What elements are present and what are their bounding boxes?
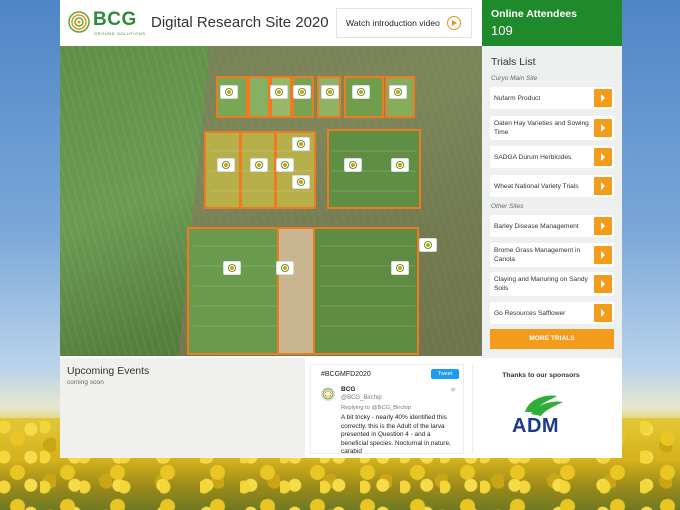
- trials-list-title: Trials List: [491, 56, 536, 68]
- bcg-marker-icon: [296, 177, 306, 187]
- arrow-right-icon[interactable]: [594, 177, 612, 195]
- twitter-feed[interactable]: #BCGMFD2020 Tweet BCG @BCG_Birchip ❖ Rep…: [310, 364, 464, 454]
- site-marker[interactable]: [352, 85, 370, 99]
- site-marker[interactable]: [292, 137, 310, 151]
- site-marker[interactable]: [344, 158, 362, 172]
- trial-item-label: Barley Disease Management: [494, 222, 579, 230]
- bcg-marker-icon: [227, 263, 237, 273]
- arrow-right-icon[interactable]: [594, 217, 612, 235]
- bcg-marker-icon: [297, 87, 307, 97]
- bcg-marker-icon: [348, 160, 358, 170]
- aerial-site-map[interactable]: [60, 46, 482, 356]
- site-marker[interactable]: [419, 238, 437, 252]
- bcg-marker-icon: [393, 87, 403, 97]
- logo-text: BCG: [93, 9, 137, 30]
- site-marker[interactable]: [276, 158, 294, 172]
- trial-item-label: SADGA Durum Herbicides: [494, 153, 572, 161]
- bcg-marker-icon: [395, 263, 405, 273]
- other-sites-label: Other Sites: [491, 203, 524, 210]
- bcg-marker-icon: [280, 263, 290, 273]
- bcg-marker-icon: [280, 160, 290, 170]
- bcg-marker-icon: [254, 160, 264, 170]
- trial-item-label: Nufarm Product: [494, 94, 541, 102]
- bcg-avatar[interactable]: [321, 387, 335, 401]
- site-marker[interactable]: [250, 158, 268, 172]
- trial-item-brome-grass[interactable]: Brome Grass Management in Canola: [490, 243, 614, 267]
- bcg-marker-icon: [274, 87, 284, 97]
- tweet-author-name[interactable]: BCG: [341, 386, 355, 393]
- bcg-marker-icon: [395, 160, 405, 170]
- sponsors: Thanks to our sponsors ADM: [472, 364, 608, 454]
- arrow-right-icon[interactable]: [594, 275, 612, 293]
- site-marker[interactable]: [276, 261, 294, 275]
- site-marker[interactable]: [293, 85, 311, 99]
- site-marker[interactable]: [391, 261, 409, 275]
- bcg-logo[interactable]: BCG GROUND SOLUTIONS: [68, 9, 146, 37]
- arrow-right-icon[interactable]: [594, 304, 612, 322]
- bcg-marker-icon: [224, 87, 234, 97]
- watch-video-button[interactable]: Watch introduction video: [336, 8, 472, 38]
- bcg-avatar-icon: [322, 388, 334, 400]
- trial-item-claying-manuring[interactable]: Claying and Manuring on Sandy Soils: [490, 272, 614, 296]
- adm-logo-text[interactable]: ADM: [512, 415, 559, 438]
- site-marker[interactable]: [220, 85, 238, 99]
- tweet-button[interactable]: Tweet: [431, 369, 459, 379]
- bcg-marker-icon: [325, 87, 335, 97]
- events-title: Upcoming Events: [67, 365, 150, 377]
- main-panel: BCG GROUND SOLUTIONS Digital Research Si…: [60, 0, 622, 458]
- bcg-marker-icon: [221, 160, 231, 170]
- arrow-right-icon[interactable]: [594, 89, 612, 107]
- bcg-marker-icon: [296, 139, 306, 149]
- sponsors-title: Thanks to our sponsors: [502, 372, 580, 379]
- upcoming-events: Upcoming Events coming soon: [60, 358, 305, 458]
- logo-tagline: GROUND SOLUTIONS: [94, 31, 146, 36]
- site-marker[interactable]: [321, 85, 339, 99]
- bcg-marker-icon: [423, 240, 433, 250]
- bcg-marker-icon: [356, 87, 366, 97]
- page-title: Digital Research Site 2020: [151, 14, 329, 31]
- tweet-reply-to: Replying to @BCG_Birchip: [341, 405, 412, 411]
- site-marker[interactable]: [217, 158, 235, 172]
- arrow-right-icon[interactable]: [594, 119, 612, 137]
- bcg-logo-icon: [68, 11, 90, 33]
- watch-video-label: Watch introduction video: [346, 18, 440, 28]
- twitter-bird-icon: ❖: [450, 387, 457, 394]
- trial-item-label: Wheat National Variety Trials: [494, 182, 579, 190]
- site-marker[interactable]: [389, 85, 407, 99]
- trials-list: Trials List Curyo Main Site Nufarm Produ…: [482, 46, 622, 358]
- attendees-label: Online Attendees: [491, 8, 577, 20]
- twitter-hashtag[interactable]: #BCGMFD2020: [321, 371, 371, 378]
- arrow-right-icon[interactable]: [594, 148, 612, 166]
- site-marker[interactable]: [292, 175, 310, 189]
- play-icon: [447, 16, 461, 30]
- trial-item-go-resources-safflower[interactable]: Go Resources Safflower: [490, 302, 614, 324]
- tweet-author-handle[interactable]: @BCG_Birchip: [341, 395, 382, 401]
- more-trials-button[interactable]: MORE TRIALS: [490, 329, 614, 349]
- site-marker[interactable]: [391, 158, 409, 172]
- trial-item-wheat-nvt[interactable]: Wheat National Variety Trials: [490, 175, 614, 197]
- site-marker[interactable]: [270, 85, 288, 99]
- arrow-right-icon[interactable]: [594, 246, 612, 264]
- trial-item-oaten-hay[interactable]: Oaten Hay Varieties and Sowing Time: [490, 116, 614, 140]
- tweet-text: A bit tricky - nearly 40% identified thi…: [341, 414, 451, 454]
- trial-item-label: Go Resources Safflower: [494, 309, 566, 317]
- main-site-label: Curyo Main Site: [491, 75, 538, 82]
- trial-item-label: Claying and Manuring on Sandy Soils: [494, 276, 588, 292]
- trial-item-sadga-durum[interactable]: SADGA Durum Herbicides: [490, 146, 614, 168]
- attendees-count: 109: [491, 23, 513, 38]
- trial-item-barley-disease[interactable]: Barley Disease Management: [490, 215, 614, 237]
- online-attendees-box: Online Attendees 109: [482, 0, 622, 46]
- trial-item-label: Brome Grass Management in Canola: [494, 247, 581, 263]
- events-subtitle: coming soon: [67, 379, 104, 386]
- header: BCG GROUND SOLUTIONS Digital Research Si…: [60, 0, 482, 46]
- trial-item-label: Oaten Hay Varieties and Sowing Time: [494, 120, 589, 136]
- trial-item-nufarm-product[interactable]: Nufarm Product: [490, 87, 614, 109]
- site-marker[interactable]: [223, 261, 241, 275]
